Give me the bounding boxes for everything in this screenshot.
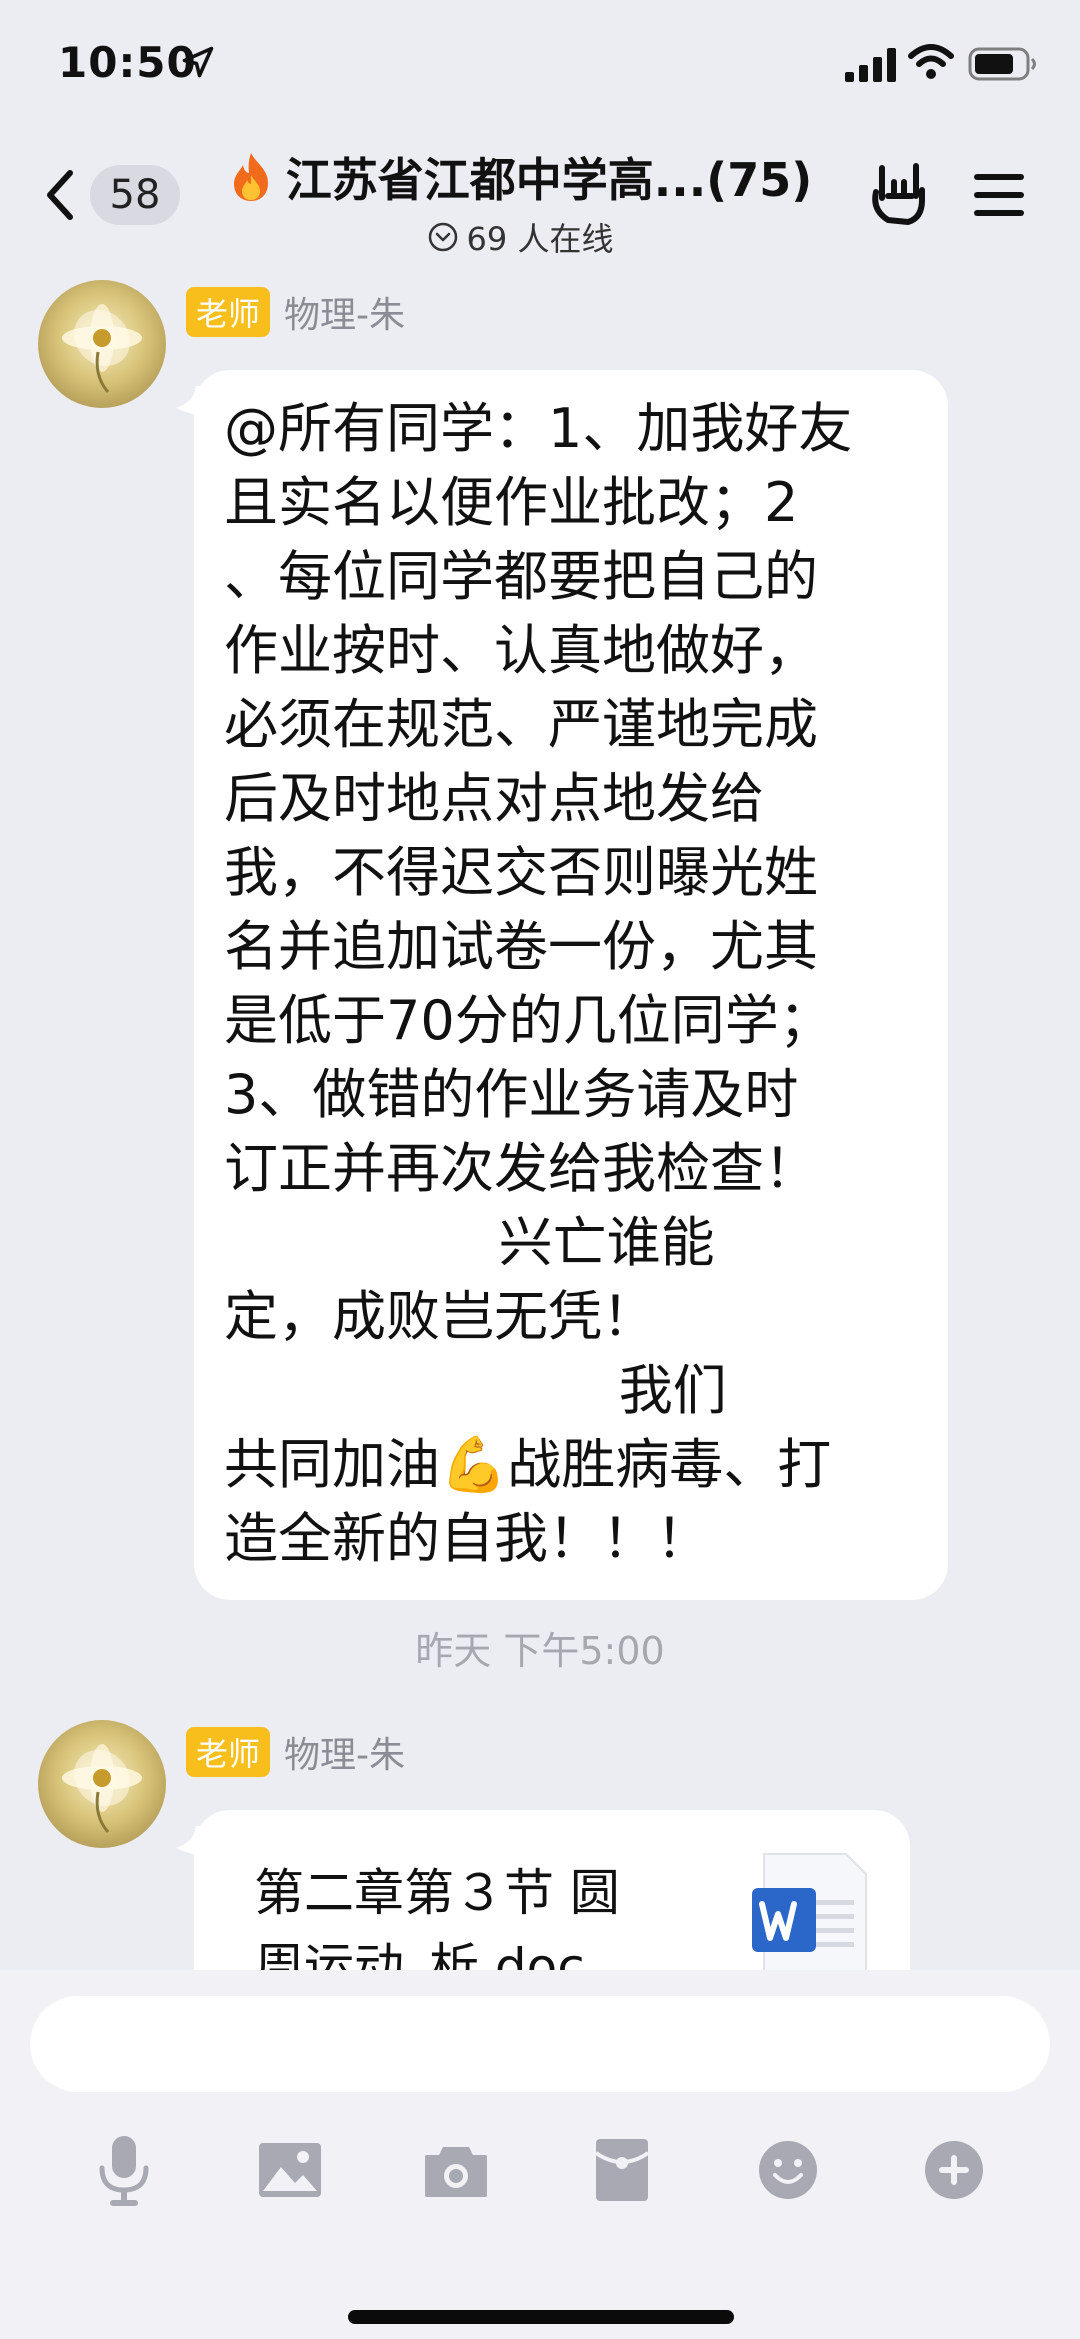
message-bubble[interactable]: @所有同学：1、加我好友 且实名以便作业批改；2 、每位同学都要把自己的 作业按…: [194, 370, 948, 1600]
online-count: 69 人在线: [466, 220, 614, 258]
red-packet-icon: [594, 2139, 650, 2201]
red-packet-button[interactable]: [582, 2130, 662, 2210]
avatar[interactable]: [38, 1720, 166, 1848]
flower-avatar-icon: [62, 1744, 142, 1833]
file-name: 第二章第３节 圆 周运动_析.doc: [254, 1864, 620, 1970]
message-text: @所有同学：1、加我好友 且实名以便作业批改；2 、每位同学都要把自己的 作业按…: [224, 397, 853, 1570]
wifi-icon: [908, 44, 954, 79]
home-indicator: [348, 2310, 734, 2324]
back-button[interactable]: 58: [40, 160, 180, 230]
emoji-icon: [759, 2141, 817, 2199]
word-document-icon: [752, 1853, 867, 1970]
unread-count-badge: 58: [90, 165, 180, 225]
chat-screen: 10:50 58 江苏省江都中学高...(75) 69 人在线 老师 物理-朱 …: [0, 0, 1080, 2339]
sender-name[interactable]: 物理-朱: [284, 1726, 405, 1778]
chevron-down-circle-icon: [428, 222, 457, 252]
emoji-button[interactable]: [748, 2130, 828, 2210]
role-badge: 老师: [186, 287, 271, 337]
group-title: 江苏省江都中学高...(75): [285, 153, 813, 207]
avatar[interactable]: [38, 280, 166, 408]
menu-icon[interactable]: [972, 170, 1026, 220]
fire-icon: [233, 153, 268, 201]
location-arrow-icon: [182, 46, 214, 78]
composer-toolbar: [0, 2130, 1080, 2230]
rock-hand-icon[interactable]: [868, 160, 930, 228]
cell-signal-icon: [845, 48, 896, 82]
image-button[interactable]: [250, 2130, 330, 2210]
sender-name[interactable]: 物理-朱: [284, 286, 405, 338]
message-input[interactable]: [30, 1996, 1050, 2092]
chat-title-area[interactable]: 江苏省江都中学高...(75) 69 人在线: [210, 144, 830, 260]
file-message-bubble[interactable]: 第二章第３节 圆 周运动_析.doc: [194, 1810, 910, 1970]
microphone-icon: [99, 2136, 149, 2206]
more-button[interactable]: [914, 2130, 994, 2210]
status-time: 10:50: [58, 38, 197, 87]
composer: [0, 1970, 1080, 2339]
camera-icon: [425, 2147, 487, 2197]
chevron-left-icon: [47, 170, 73, 220]
image-icon: [259, 2143, 321, 2197]
voice-button[interactable]: [84, 2130, 164, 2210]
status-bar: 10:50: [0, 0, 1080, 130]
role-badge: 老师: [186, 1727, 271, 1777]
flower-avatar-icon: [62, 304, 142, 393]
timestamp: 昨天 下午5:00: [415, 1629, 665, 1673]
plus-icon: [925, 2141, 983, 2199]
message-list[interactable]: 老师 物理-朱 @所有同学：1、加我好友 且实名以便作业批改；2 、每位同学都要…: [0, 260, 1080, 1970]
camera-button[interactable]: [416, 2130, 496, 2210]
chat-header: 58 江苏省江都中学高...(75) 69 人在线: [0, 130, 1080, 260]
battery-icon: [968, 47, 1036, 81]
